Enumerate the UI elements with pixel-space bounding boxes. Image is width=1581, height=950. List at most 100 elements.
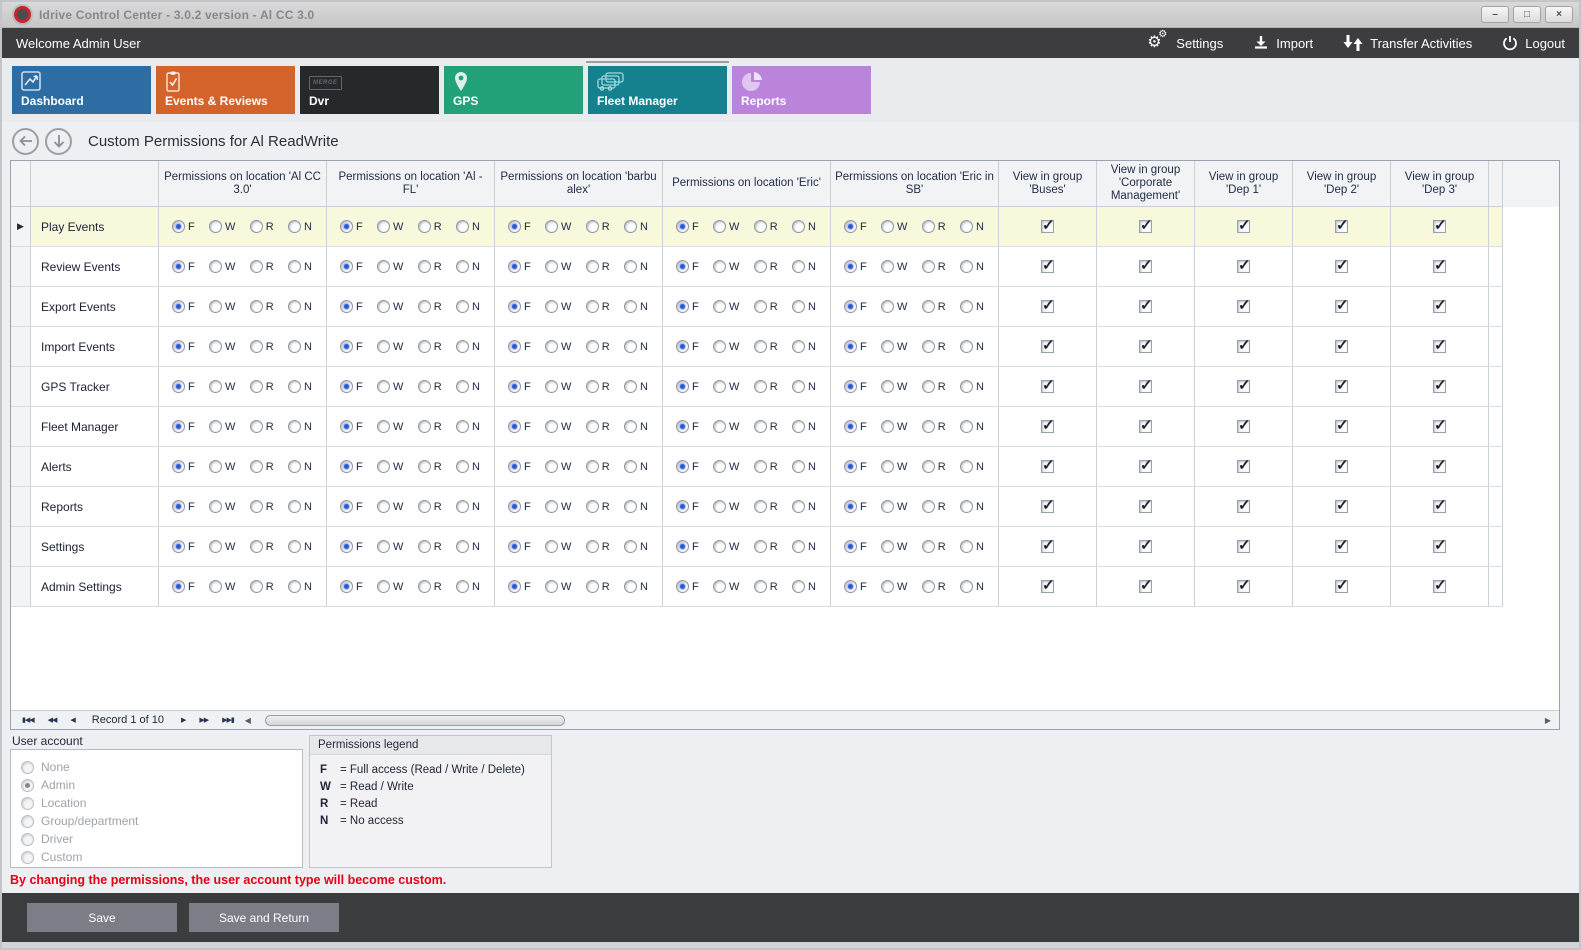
- permission-radio-n[interactable]: N: [456, 580, 480, 593]
- group-checkbox[interactable]: [1139, 540, 1152, 553]
- permission-radio-w[interactable]: W: [881, 220, 907, 233]
- permission-radio-n[interactable]: N: [792, 340, 816, 353]
- permission-radio-w[interactable]: W: [209, 380, 235, 393]
- permission-radio-w[interactable]: W: [377, 460, 403, 473]
- permission-radio-w[interactable]: W: [713, 500, 739, 513]
- permission-radio-n[interactable]: N: [624, 380, 648, 393]
- group-checkbox[interactable]: [1335, 580, 1348, 593]
- permission-radio-w[interactable]: W: [209, 420, 235, 433]
- group-checkbox[interactable]: [1237, 460, 1250, 473]
- permission-radio-f[interactable]: F: [172, 580, 195, 593]
- group-checkbox[interactable]: [1335, 260, 1348, 273]
- permission-radio-n[interactable]: N: [624, 420, 648, 433]
- group-checkbox[interactable]: [1335, 380, 1348, 393]
- table-row[interactable]: SettingsFWRNFWRNFWRNFWRNFWRN: [11, 527, 1559, 567]
- permission-radio-f[interactable]: F: [676, 220, 699, 233]
- permission-radio-f[interactable]: F: [172, 420, 195, 433]
- permission-radio-r[interactable]: R: [250, 420, 274, 433]
- permission-radio-n[interactable]: N: [288, 420, 312, 433]
- location-column-header[interactable]: Permissions on location 'barbu alex': [495, 161, 663, 207]
- permission-radio-n[interactable]: N: [792, 380, 816, 393]
- group-checkbox[interactable]: [1433, 500, 1446, 513]
- location-column-header[interactable]: Permissions on location 'Al CC 3.0': [159, 161, 327, 207]
- minimize-button[interactable]: –: [1481, 6, 1509, 23]
- permission-radio-w[interactable]: W: [881, 540, 907, 553]
- group-checkbox[interactable]: [1041, 460, 1054, 473]
- permission-radio-f[interactable]: F: [340, 340, 363, 353]
- back-button[interactable]: [12, 128, 39, 155]
- permission-radio-n[interactable]: N: [960, 380, 984, 393]
- permission-radio-n[interactable]: N: [624, 540, 648, 553]
- permission-radio-n[interactable]: N: [624, 580, 648, 593]
- permission-radio-w[interactable]: W: [881, 380, 907, 393]
- tab-reports[interactable]: Reports: [732, 66, 871, 114]
- group-column-header[interactable]: View in group 'Dep 1': [1195, 161, 1293, 207]
- next-record-button[interactable]: ▶: [174, 716, 192, 724]
- permission-radio-r[interactable]: R: [754, 460, 778, 473]
- permission-radio-w[interactable]: W: [545, 540, 571, 553]
- permission-radio-w[interactable]: W: [377, 340, 403, 353]
- permission-radio-f[interactable]: F: [676, 380, 699, 393]
- settings-button[interactable]: ⚙⚙ Settings: [1147, 33, 1223, 53]
- permission-radio-n[interactable]: N: [792, 300, 816, 313]
- tab-dvr[interactable]: MERGE Dvr: [300, 66, 439, 114]
- group-checkbox[interactable]: [1237, 380, 1250, 393]
- permission-radio-f[interactable]: F: [508, 420, 531, 433]
- next-page-button[interactable]: ▶▶: [192, 716, 215, 724]
- permission-radio-w[interactable]: W: [545, 300, 571, 313]
- group-checkbox[interactable]: [1041, 580, 1054, 593]
- permission-radio-f[interactable]: F: [340, 420, 363, 433]
- first-record-button[interactable]: ▮◀◀: [15, 716, 41, 724]
- account-option-admin[interactable]: Admin: [21, 776, 302, 794]
- permission-radio-f[interactable]: F: [676, 460, 699, 473]
- permission-radio-r[interactable]: R: [922, 500, 946, 513]
- permission-radio-n[interactable]: N: [960, 420, 984, 433]
- permission-radio-r[interactable]: R: [250, 500, 274, 513]
- permission-radio-n[interactable]: N: [792, 580, 816, 593]
- group-checkbox[interactable]: [1433, 420, 1446, 433]
- permission-radio-n[interactable]: N: [960, 300, 984, 313]
- permission-radio-n[interactable]: N: [288, 300, 312, 313]
- group-checkbox[interactable]: [1139, 500, 1152, 513]
- group-checkbox[interactable]: [1237, 340, 1250, 353]
- import-button[interactable]: Import: [1253, 35, 1313, 51]
- permission-radio-r[interactable]: R: [922, 580, 946, 593]
- permission-radio-w[interactable]: W: [713, 300, 739, 313]
- permission-radio-n[interactable]: N: [456, 500, 480, 513]
- permission-radio-n[interactable]: N: [288, 260, 312, 273]
- permission-radio-w[interactable]: W: [377, 260, 403, 273]
- permission-radio-f[interactable]: F: [844, 300, 867, 313]
- permission-radio-n[interactable]: N: [624, 300, 648, 313]
- permission-radio-w[interactable]: W: [377, 380, 403, 393]
- permission-radio-w[interactable]: W: [713, 220, 739, 233]
- account-option-custom[interactable]: Custom: [21, 848, 302, 866]
- permission-radio-r[interactable]: R: [922, 540, 946, 553]
- group-checkbox[interactable]: [1139, 220, 1152, 233]
- group-checkbox[interactable]: [1139, 260, 1152, 273]
- permission-radio-w[interactable]: W: [881, 260, 907, 273]
- permission-radio-w[interactable]: W: [881, 300, 907, 313]
- group-checkbox[interactable]: [1041, 340, 1054, 353]
- table-row[interactable]: Review EventsFWRNFWRNFWRNFWRNFWRN: [11, 247, 1559, 287]
- permission-radio-n[interactable]: N: [624, 220, 648, 233]
- permission-radio-r[interactable]: R: [418, 340, 442, 353]
- group-checkbox[interactable]: [1433, 340, 1446, 353]
- group-checkbox[interactable]: [1433, 260, 1446, 273]
- permission-radio-f[interactable]: F: [508, 580, 531, 593]
- permission-radio-w[interactable]: W: [713, 380, 739, 393]
- permission-radio-f[interactable]: F: [844, 340, 867, 353]
- permission-radio-r[interactable]: R: [586, 300, 610, 313]
- location-column-header[interactable]: Permissions on location 'Al - FL': [327, 161, 495, 207]
- permission-radio-n[interactable]: N: [792, 220, 816, 233]
- table-row[interactable]: Admin SettingsFWRNFWRNFWRNFWRNFWRN: [11, 567, 1559, 607]
- permission-radio-r[interactable]: R: [586, 340, 610, 353]
- permission-radio-f[interactable]: F: [172, 380, 195, 393]
- group-checkbox[interactable]: [1433, 220, 1446, 233]
- account-option-location[interactable]: Location: [21, 794, 302, 812]
- permission-radio-f[interactable]: F: [172, 540, 195, 553]
- permission-radio-w[interactable]: W: [209, 540, 235, 553]
- permission-radio-r[interactable]: R: [418, 220, 442, 233]
- group-checkbox[interactable]: [1139, 380, 1152, 393]
- permission-radio-r[interactable]: R: [754, 420, 778, 433]
- permission-radio-f[interactable]: F: [844, 220, 867, 233]
